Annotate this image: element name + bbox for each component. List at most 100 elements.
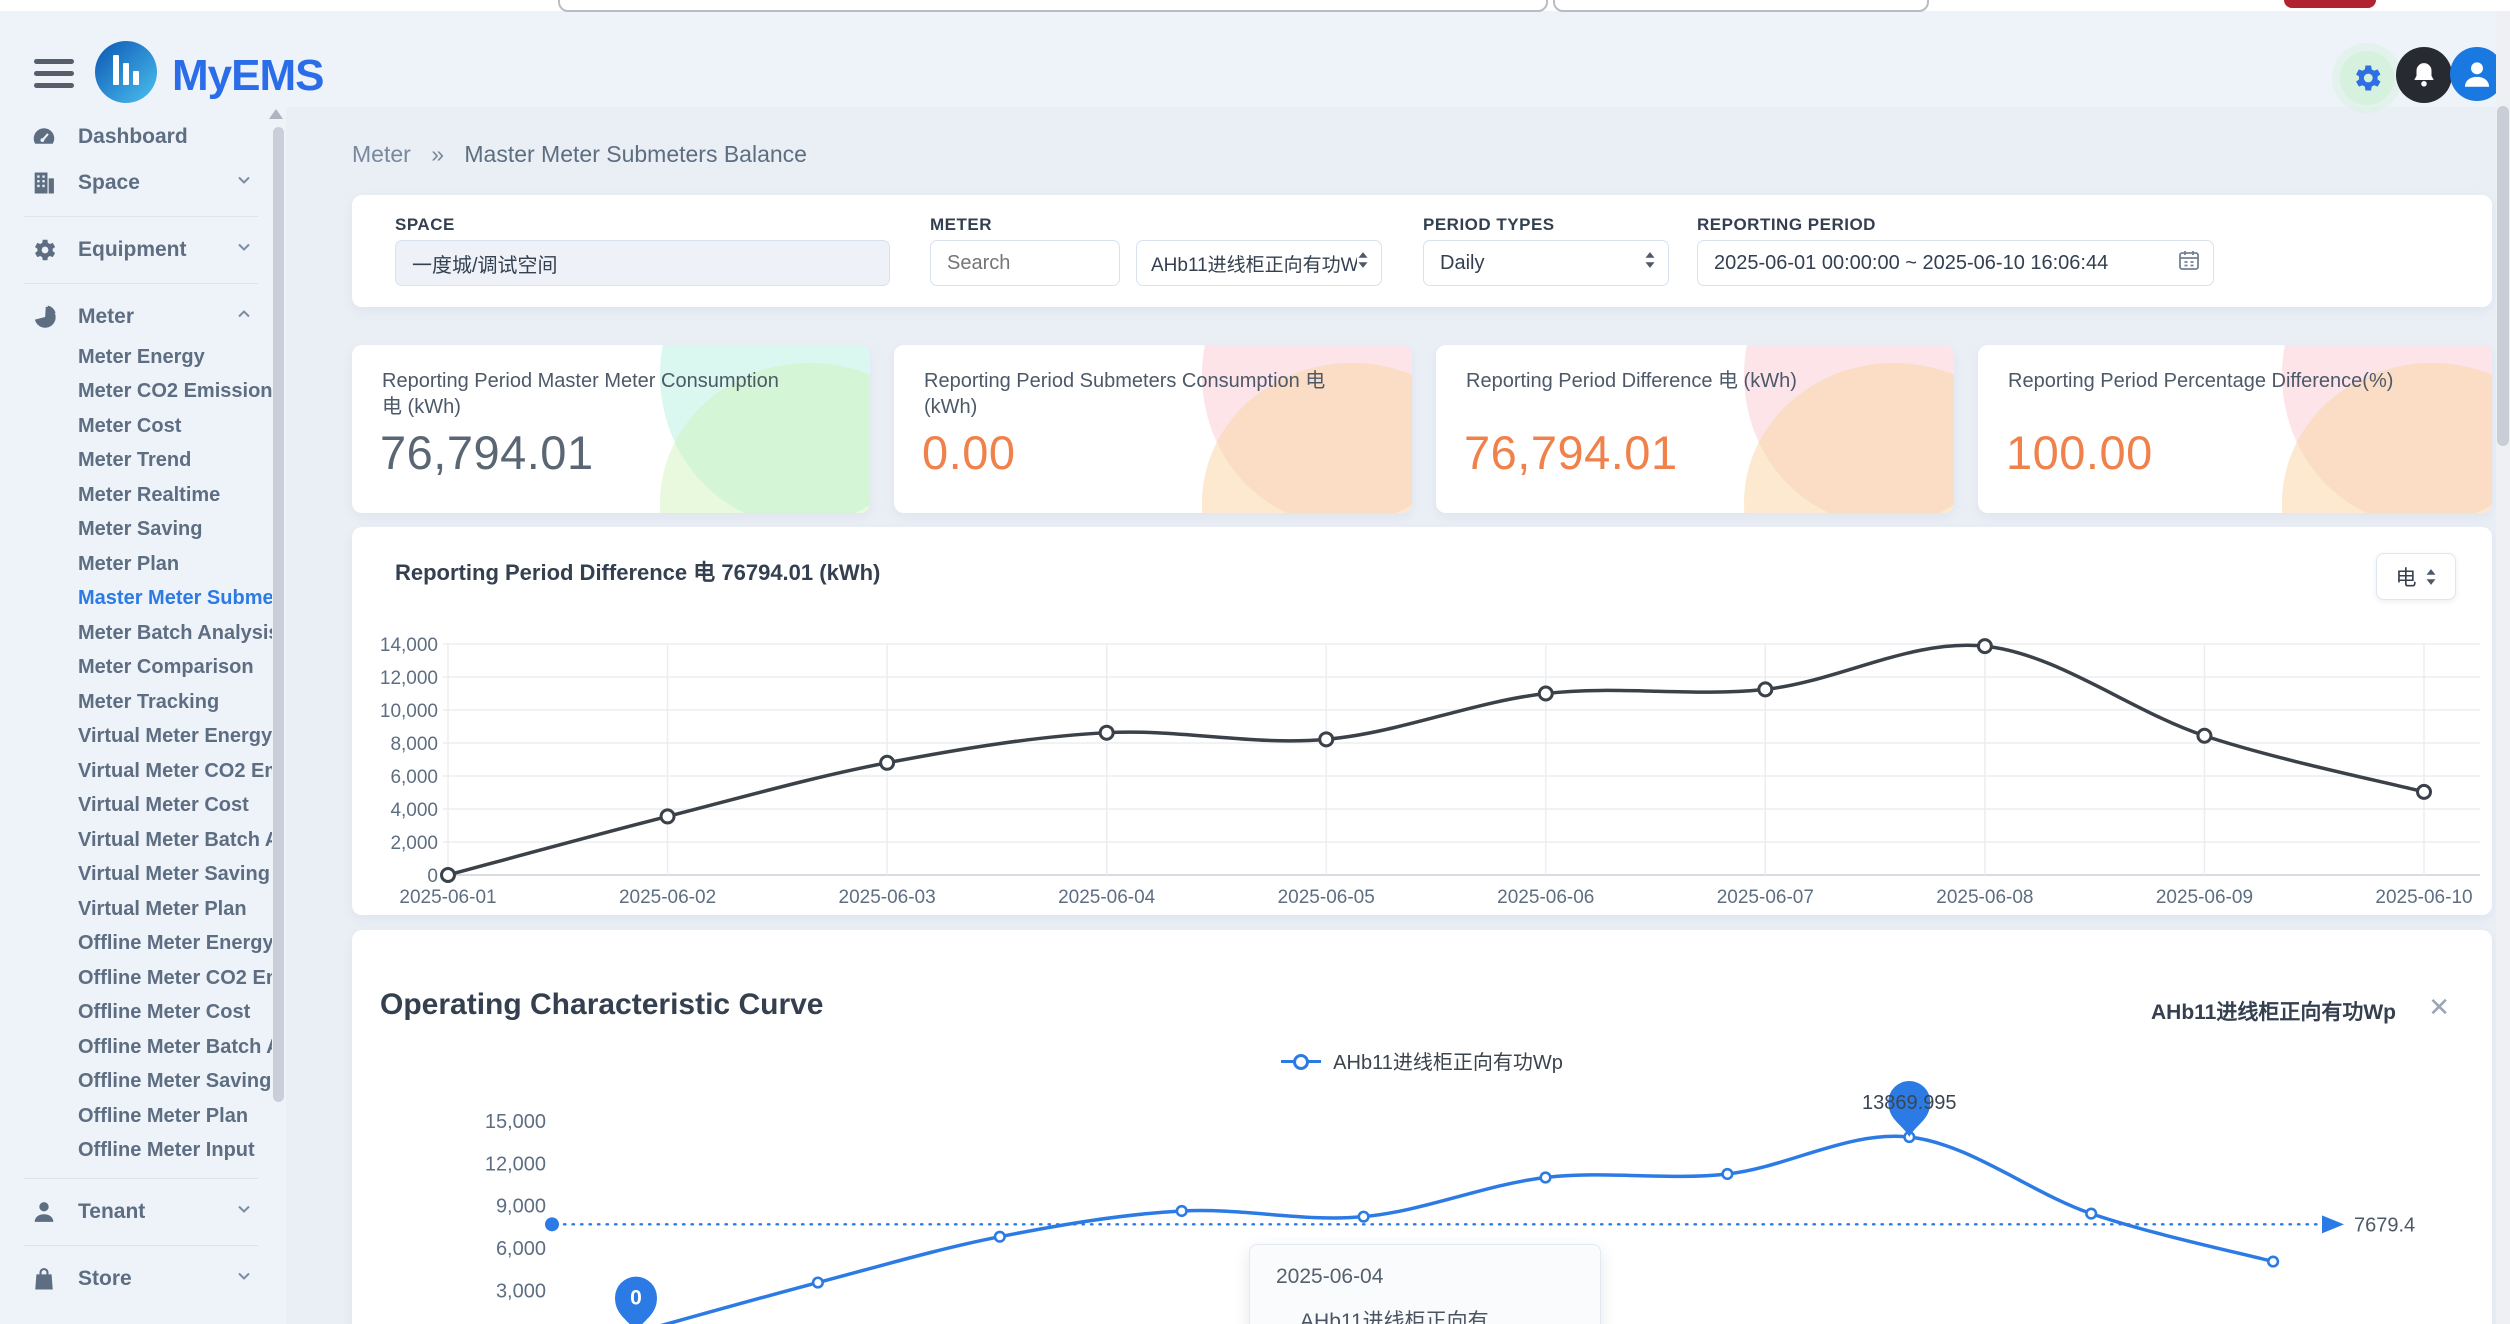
sidebar-item-label: Master Meter Submeters Balance (78, 587, 272, 610)
sidebar-item-meter-saving[interactable]: Meter Saving (0, 513, 272, 548)
stat-card-title: Reporting Period Master Meter Consumptio… (382, 368, 802, 420)
calendar-icon[interactable] (2177, 248, 2201, 278)
sidebar-item-offline-meter-batch-analysis[interactable]: Offline Meter Batch Analysis (0, 1030, 272, 1065)
sidebar-item-label: Virtual Meter Cost (78, 794, 249, 817)
stat-card-value: 76,794.01 (1464, 425, 1678, 480)
svg-text:6,000: 6,000 (496, 1238, 546, 1260)
stat-card-value: 100.00 (2006, 425, 2153, 480)
settings-gear-icon[interactable] (2340, 51, 2394, 105)
chart2-title: Operating Characteristic Curve (380, 988, 823, 1022)
sidebar-item-meter-plan[interactable]: Meter Plan (0, 547, 272, 582)
stat-card-reporting-period-master-meter-consumptio: Reporting Period Master Meter Consumptio… (352, 345, 870, 513)
svg-text:7679.4: 7679.4 (2354, 1214, 2415, 1236)
brand-title[interactable]: MyEMS (172, 51, 323, 101)
energy-unit-value: 电 (2396, 562, 2417, 592)
svg-text:13869.995: 13869.995 (1862, 1092, 1957, 1114)
chart-tooltip: 2025-06-04 AHb11进线柜正向有功Wp 8,625 (1249, 1244, 1601, 1324)
browser-red-indicator (2284, 0, 2376, 8)
sidebar-item-label: Meter Comparison (78, 656, 254, 679)
sidebar-item-tenant[interactable]: Tenant (0, 1189, 272, 1235)
energy-unit-select[interactable]: 电 (2376, 553, 2456, 600)
sidebar-item-offline-meter-input[interactable]: Offline Meter Input (0, 1134, 272, 1169)
sidebar-item-offline-meter-saving[interactable]: Offline Meter Saving (0, 1065, 272, 1100)
sidebar-item-space[interactable]: Space (0, 160, 272, 206)
sidebar-item-label: Store (78, 1267, 132, 1291)
reporting-period-input[interactable]: 2025-06-01 00:00:00 ~ 2025-06-10 16:06:4… (1697, 240, 2214, 286)
sidebar-scroll-up-icon[interactable] (269, 109, 283, 119)
sidebar-item-label: Meter Energy (78, 346, 205, 369)
browser-top-strip (0, 0, 2510, 11)
window-scrollbar-thumb[interactable] (2497, 106, 2509, 446)
meter-search-field[interactable] (931, 252, 1119, 275)
reporting-period-label: REPORTING PERIOD (1697, 215, 1876, 235)
tooltip-date: 2025-06-04 (1276, 1265, 1574, 1289)
legend-label: AHb11进线柜正向有功Wp (1333, 1046, 1563, 1075)
sidebar-item-meter-cost[interactable]: Meter Cost (0, 409, 272, 444)
svg-text:14,000: 14,000 (380, 635, 438, 656)
sidebar-item-label: Virtual Meter Saving (78, 863, 270, 886)
sidebar-item-virtual-meter-batch-analysis[interactable]: Virtual Meter Batch Analysis (0, 823, 272, 858)
sidebar-item-meter-energy[interactable]: Meter Energy (0, 340, 272, 375)
pie-icon (30, 302, 60, 332)
svg-text:2025-06-05: 2025-06-05 (1278, 887, 1375, 908)
sidebar-item-offline-meter-plan[interactable]: Offline Meter Plan (0, 1099, 272, 1134)
gear-icon (30, 235, 60, 265)
difference-line-chart[interactable]: 02,0004,0006,0008,00010,00012,00014,0002… (352, 600, 2492, 915)
sidebar-item-virtual-meter-co2-emissions[interactable]: Virtual Meter CO2 Emissions (0, 754, 272, 789)
sidebar-item-label: Meter Trend (78, 449, 191, 472)
reporting-period-value: 2025-06-01 00:00:00 ~ 2025-06-10 16:06:4… (1714, 252, 2108, 275)
sidebar-item-meter-tracking[interactable]: Meter Tracking (0, 685, 272, 720)
svg-text:2025-06-07: 2025-06-07 (1717, 887, 1814, 908)
notifications-bell-icon[interactable] (2396, 47, 2452, 103)
chevron-down-icon (234, 237, 254, 263)
close-icon[interactable]: ✕ (2428, 992, 2450, 1023)
window-scrollbar[interactable] (2496, 11, 2510, 1324)
sidebar-scrollbar[interactable] (272, 113, 284, 1313)
meter-select[interactable]: AHb11进线柜正向有功Wp (1136, 240, 1382, 286)
sidebar-item-virtual-meter-saving[interactable]: Virtual Meter Saving (0, 858, 272, 893)
sidebar-item-meter-trend[interactable]: Meter Trend (0, 444, 272, 479)
sidebar-item-master-meter-submeters-balance[interactable]: Master Meter Submeters Balance (0, 582, 272, 617)
sidebar-item-label: Meter Saving (78, 518, 202, 541)
chevron-up-icon (234, 304, 254, 330)
breadcrumb: Meter » Master Meter Submeters Balance (352, 141, 807, 168)
sidebar-item-meter[interactable]: Meter (0, 294, 272, 340)
breadcrumb-parent[interactable]: Meter (352, 141, 411, 167)
meter-search-input[interactable] (930, 240, 1120, 286)
sidebar-item-offline-meter-co2-emissions[interactable]: Offline Meter CO2 Emissions (0, 961, 272, 996)
legend-line-icon (1281, 1054, 1321, 1068)
sidebar-item-meter-comparison[interactable]: Meter Comparison (0, 651, 272, 686)
svg-text:10,000: 10,000 (380, 701, 438, 722)
space-input[interactable] (395, 240, 890, 286)
sidebar-divider (24, 1178, 258, 1179)
sidebar-item-meter-realtime[interactable]: Meter Realtime (0, 478, 272, 513)
myems-logo-bars (113, 55, 139, 85)
sidebar-item-meter-batch-analysis[interactable]: Meter Batch Analysis (0, 616, 272, 651)
svg-text:2,000: 2,000 (390, 833, 438, 854)
chart2-legend[interactable]: AHb11进线柜正向有功Wp (352, 1046, 2492, 1075)
sidebar-item-label: Offline Meter CO2 Emissions (78, 967, 272, 990)
space-label: SPACE (395, 215, 455, 235)
bag-icon (30, 1264, 60, 1294)
sidebar-item-label: Meter CO2 Emissions (78, 380, 272, 403)
sidebar-item-virtual-meter-cost[interactable]: Virtual Meter Cost (0, 789, 272, 824)
sidebar-scrollbar-thumb[interactable] (273, 127, 284, 1102)
sidebar-item-meter-co2-emissions[interactable]: Meter CO2 Emissions (0, 375, 272, 410)
sidebar-item-label: Space (78, 171, 140, 195)
stat-card-title: Reporting Period Difference 电 (kWh) (1466, 368, 1886, 394)
period-types-select[interactable]: Daily (1423, 240, 1669, 286)
sidebar-item-equipment[interactable]: Equipment (0, 227, 272, 273)
sidebar-item-offline-meter-cost[interactable]: Offline Meter Cost (0, 996, 272, 1031)
sidebar-item-offline-meter-energy[interactable]: Offline Meter Energy (0, 927, 272, 962)
hamburger-menu-icon[interactable] (34, 59, 74, 89)
sidebar-divider (24, 216, 258, 217)
sidebar-item-store[interactable]: Store (0, 1256, 272, 1302)
sidebar-item-virtual-meter-plan[interactable]: Virtual Meter Plan (0, 892, 272, 927)
sidebar-item-label: Offline Meter Input (78, 1139, 255, 1162)
sidebar-item-virtual-meter-energy[interactable]: Virtual Meter Energy (0, 720, 272, 755)
space-input-field[interactable] (396, 252, 889, 275)
sidebar-item-label: Meter Tracking (78, 691, 219, 714)
sidebar-item-dashboard[interactable]: Dashboard (0, 114, 272, 160)
svg-text:9,000: 9,000 (496, 1196, 546, 1218)
svg-text:6,000: 6,000 (390, 767, 438, 788)
